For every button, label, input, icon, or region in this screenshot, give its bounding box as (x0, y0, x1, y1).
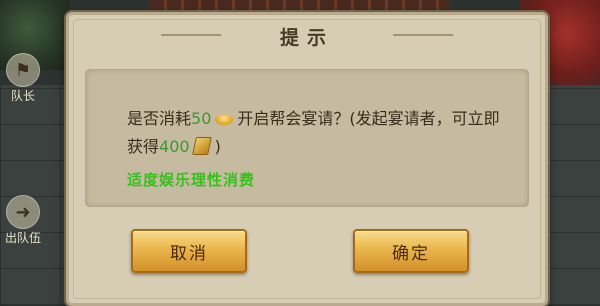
message-text-3: ) (214, 137, 221, 156)
message-text-1: 是否消耗 (127, 109, 192, 128)
cancel-button[interactable]: 取消 (131, 229, 247, 273)
message-panel: 是否消耗50 开启帮会宴请？(发起宴请者，可立即获得400) 适度娱乐理性消费 (85, 69, 529, 207)
guild-token-icon (191, 137, 212, 155)
healthy-gaming-notice: 适度娱乐理性消费 (127, 171, 256, 189)
reward-amount: 400 (159, 137, 190, 156)
prompt-dialog: 提示 是否消耗50 开启帮会宴请？(发起宴请者，可立即获得400) 适度娱乐理性消… (66, 12, 548, 306)
ingot-cost: 50 (191, 109, 212, 128)
flag-icon: ⚑ (6, 53, 40, 87)
dialog-title-bar: 提示 (227, 19, 387, 53)
title-ornament-right (393, 34, 453, 36)
leave-team-label: 出队伍 (4, 231, 41, 245)
dialog-title: 提示 (279, 26, 334, 49)
confirm-button[interactable]: 确定 (353, 229, 469, 273)
gold-ingot-icon (215, 115, 234, 125)
dialog-message: 是否消耗50 开启帮会宴请？(发起宴请者，可立即获得400) (127, 105, 507, 161)
exit-icon: ➜ (6, 195, 40, 229)
leave-team-button[interactable]: ➜ 出队伍 (0, 190, 46, 246)
title-ornament-left (161, 34, 221, 36)
team-leader-button[interactable]: ⚑ 队长 (0, 48, 46, 104)
team-leader-label: 队长 (10, 89, 35, 103)
